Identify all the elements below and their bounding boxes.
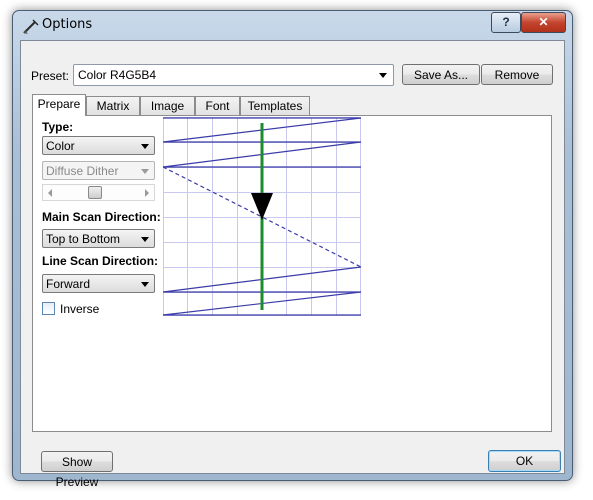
slider-thumb[interactable] <box>88 186 103 199</box>
chevron-down-icon <box>141 144 149 149</box>
dither-slider[interactable] <box>42 184 155 201</box>
tab-matrix[interactable]: Matrix <box>86 96 140 115</box>
tab-font[interactable]: Font <box>195 96 240 115</box>
dialog-body: Preset: Color R4G5B4 Save As... Remove P… <box>20 40 565 489</box>
arrow-right-icon[interactable] <box>145 189 149 197</box>
inverse-checkbox[interactable] <box>42 302 55 315</box>
arrow-left-icon[interactable] <box>48 189 52 197</box>
preset-label: Preset: <box>31 69 70 83</box>
dither-dropdown[interactable]: Diffuse Dither <box>42 161 155 180</box>
show-preview-button[interactable]: Show Preview <box>41 451 113 489</box>
app-icon <box>23 19 39 34</box>
preset-dropdown[interactable]: Color R4G5B4 <box>73 64 394 86</box>
help-button[interactable]: ? <box>491 12 521 33</box>
line-scan-label: Line Scan Direction: <box>42 254 159 268</box>
tab-prepare[interactable]: Prepare <box>32 94 86 116</box>
remove-button[interactable]: Remove <box>481 64 553 85</box>
type-dropdown[interactable]: Color <box>42 136 155 155</box>
type-label: Type: <box>42 120 74 134</box>
options-dialog: Options ? ✕ Preset: Color R4G5B4 Save As… <box>12 10 573 489</box>
prepare-panel: Type: Color Diffuse Dither Main Scan Dir… <box>32 115 552 432</box>
window-title: Options <box>42 17 93 32</box>
tab-templates[interactable]: Templates <box>240 96 310 115</box>
scan-direction-diagram <box>163 117 361 316</box>
dither-value: Diffuse Dither <box>46 164 119 178</box>
main-scan-dropdown[interactable]: Top to Bottom <box>42 229 155 248</box>
title-bar[interactable]: Options ? ✕ <box>13 11 572 41</box>
chevron-down-icon <box>141 237 149 242</box>
preset-value: Color R4G5B4 <box>78 68 157 82</box>
tab-image[interactable]: Image <box>140 96 195 115</box>
line-scan-dropdown[interactable]: Forward <box>42 274 155 293</box>
inverse-label: Inverse <box>60 302 100 316</box>
ok-button[interactable]: OK <box>488 450 561 472</box>
save-as-button[interactable]: Save As... <box>402 64 480 85</box>
close-button[interactable]: ✕ <box>521 12 566 33</box>
type-value: Color <box>46 139 75 153</box>
arrow-down-icon <box>251 193 273 220</box>
main-scan-value: Top to Bottom <box>46 232 121 246</box>
chevron-down-icon <box>379 73 387 78</box>
main-scan-label: Main Scan Direction: <box>42 210 161 224</box>
chevron-down-icon <box>141 169 149 174</box>
line-scan-value: Forward <box>46 277 91 291</box>
chevron-down-icon <box>141 282 149 287</box>
